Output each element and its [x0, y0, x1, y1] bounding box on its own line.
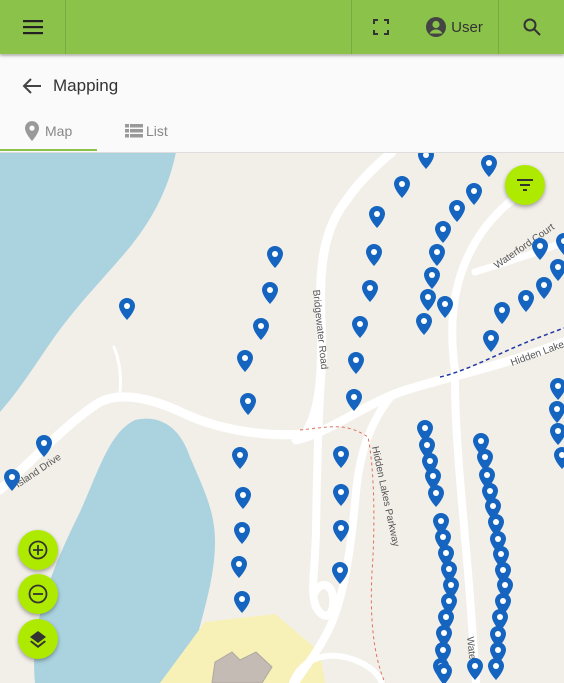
fullscreen-button[interactable] — [352, 0, 410, 54]
back-button[interactable] — [22, 77, 42, 100]
layers-button[interactable] — [18, 619, 58, 659]
tab-map-label: Map — [45, 123, 73, 139]
fullscreen-icon — [373, 19, 389, 35]
user-label: User — [451, 18, 483, 36]
zoom-in-button[interactable] — [18, 530, 58, 570]
zoom-in-icon — [28, 540, 48, 560]
layers-icon — [30, 631, 46, 648]
page-title: Mapping — [53, 76, 119, 95]
app-toolbar: User — [0, 0, 564, 54]
filter-button[interactable] — [505, 165, 545, 205]
zoom-out-icon — [28, 584, 48, 604]
user-account-button[interactable]: User — [410, 0, 498, 54]
list-icon — [125, 124, 143, 138]
toolbar-divider — [65, 0, 66, 54]
account-circle-icon — [426, 17, 447, 37]
hamburger-menu-icon — [23, 20, 43, 35]
map-view[interactable]: Island Drive Bridgewater Road Hidden Lak… — [0, 152, 564, 683]
filter-icon — [517, 179, 533, 191]
arrow-back-icon — [22, 78, 41, 94]
zoom-out-button[interactable] — [18, 574, 58, 614]
search-button[interactable] — [499, 0, 564, 54]
tab-map[interactable]: Map — [25, 112, 72, 150]
page-header: Mapping Map List — [0, 56, 564, 153]
map-canvas[interactable]: Island Drive Bridgewater Road Hidden Lak… — [0, 152, 564, 683]
tab-list-label: List — [146, 123, 168, 139]
tab-list[interactable]: List — [125, 112, 168, 150]
menu-button[interactable] — [0, 0, 66, 54]
active-tab-indicator — [0, 149, 97, 151]
search-icon — [523, 18, 541, 36]
map-marker-icon — [25, 121, 39, 141]
